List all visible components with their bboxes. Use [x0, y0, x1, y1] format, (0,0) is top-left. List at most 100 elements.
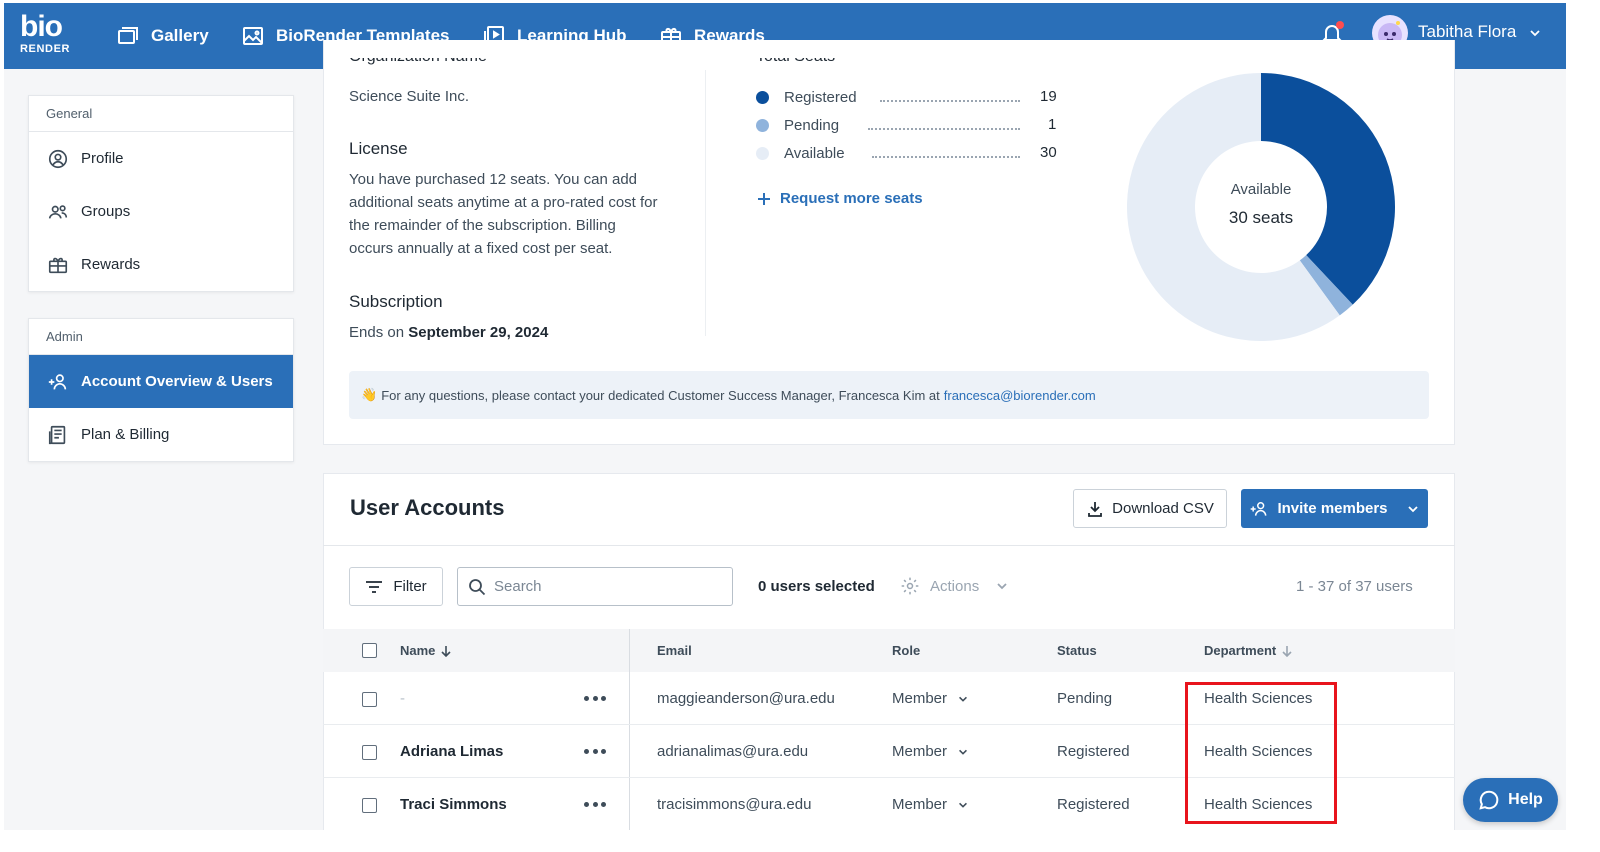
pending-count: 1	[1048, 116, 1057, 133]
page-frame	[0, 830, 1600, 852]
rewards-icon	[48, 257, 68, 273]
column-header-email: Email	[657, 643, 692, 658]
user-accounts-title: User Accounts	[350, 495, 505, 520]
subscription-date: September 29, 2024	[408, 324, 549, 341]
user-accounts-divider	[323, 545, 1455, 546]
available-count: 30	[1040, 144, 1057, 161]
org-label: Organization Name	[349, 58, 487, 72]
row-status: Registered	[1057, 743, 1130, 760]
sort-arrow-down-icon	[1282, 645, 1292, 657]
row-status: Pending	[1057, 690, 1113, 707]
users-selected-count: 0 users selected	[758, 578, 875, 595]
column-header-department[interactable]: Department	[1204, 643, 1293, 658]
row-checkbox[interactable]	[362, 692, 377, 707]
leader-dots	[880, 100, 1020, 102]
pagination-summary: 1 - 37 of 37 users	[1296, 578, 1413, 595]
download-icon	[1088, 501, 1103, 517]
registered-count: 19	[1040, 88, 1057, 105]
donut-value: 30 seats	[1228, 208, 1294, 227]
nav-gallery[interactable]: Gallery	[116, 3, 209, 69]
row-checkbox[interactable]	[362, 798, 377, 813]
notification-badge	[1336, 21, 1344, 29]
billing-icon	[48, 425, 66, 444]
total-seats-label: Total Seats	[756, 58, 835, 72]
gear-icon	[901, 577, 919, 595]
search-input[interactable]	[494, 578, 714, 595]
sidebar-admin-heading: Admin	[29, 319, 293, 355]
page-frame	[0, 0, 1600, 3]
chevron-down-icon	[959, 802, 967, 808]
filter-button[interactable]: Filter	[349, 567, 443, 606]
donut-label: Available	[1230, 181, 1292, 198]
sidebar-item-account-overview[interactable]: Account Overview & Users	[29, 355, 293, 408]
page-frame	[1566, 0, 1600, 852]
chevron-down-icon	[997, 583, 1007, 590]
seat-pending: Pending	[756, 115, 839, 135]
help-button[interactable]: Help	[1463, 778, 1558, 822]
download-csv-button[interactable]: Download CSV	[1073, 489, 1227, 528]
page-frame	[0, 0, 4, 852]
sticky-column-divider	[629, 629, 630, 839]
row-more-icon[interactable]	[584, 802, 606, 810]
sidebar-general-heading: General	[29, 96, 293, 132]
seat-registered: Registered	[756, 87, 857, 107]
wave-emoji: 👋	[361, 387, 378, 402]
row-role-dropdown[interactable]: Member	[892, 743, 969, 760]
overview-divider	[705, 70, 706, 336]
seats-donut-chart	[1127, 73, 1395, 341]
row-email: adrianalimas@ura.edu	[657, 743, 809, 760]
request-more-seats-link[interactable]: Request more seats	[756, 190, 923, 207]
sidebar-item-groups[interactable]: Groups	[29, 185, 293, 238]
actions-dropdown[interactable]: Actions	[900, 576, 1009, 596]
sidebar-general: General Profile Groups Rewards	[28, 95, 294, 292]
add-user-icon	[1251, 501, 1267, 516]
filter-icon	[366, 580, 383, 593]
pending-dot-icon	[756, 118, 769, 132]
chevron-down-icon[interactable]	[1528, 26, 1542, 40]
add-user-icon	[48, 373, 67, 389]
sidebar-item-plan-billing[interactable]: Plan & Billing	[29, 408, 293, 461]
row-email: tracisimmons@ura.edu	[657, 796, 812, 813]
groups-icon	[48, 204, 68, 219]
invite-members-button[interactable]: Invite members	[1241, 489, 1428, 528]
license-text: You have purchased 12 seats. You can add…	[349, 171, 658, 257]
sidebar-item-rewards[interactable]: Rewards	[29, 238, 293, 291]
row-role-dropdown[interactable]: Member	[892, 796, 969, 813]
chat-bubble-icon	[1479, 790, 1499, 810]
row-name: Adriana Limas	[400, 743, 504, 760]
csm-info-banner: 👋 For any questions, please contact your…	[349, 371, 1429, 419]
biorender-logo[interactable]: bio RENDER	[20, 12, 82, 56]
row-role-dropdown[interactable]: Member	[892, 690, 969, 707]
leader-dots	[868, 128, 1020, 130]
sort-arrow-down-icon	[441, 645, 451, 657]
department-highlight-box	[1185, 682, 1337, 824]
column-header-role: Role	[892, 643, 921, 658]
templates-icon	[243, 27, 263, 45]
column-header-name[interactable]: Name	[400, 643, 452, 658]
row-name: Traci Simmons	[400, 796, 507, 813]
registered-dot-icon	[756, 90, 769, 104]
chevron-down-icon	[959, 749, 967, 755]
select-all-checkbox[interactable]	[362, 643, 377, 658]
row-name: -	[400, 690, 405, 707]
plus-icon	[758, 192, 770, 205]
csm-email-link[interactable]: francesca@biorender.com	[944, 388, 1096, 403]
profile-icon	[48, 149, 68, 168]
user-name[interactable]: Tabitha Flora	[1418, 22, 1516, 42]
row-checkbox[interactable]	[362, 745, 377, 760]
row-email: maggieanderson@ura.edu	[657, 690, 835, 707]
search-field[interactable]	[457, 567, 733, 606]
sidebar-item-profile[interactable]: Profile	[29, 132, 293, 185]
row-more-icon[interactable]	[584, 749, 606, 757]
license-title: License	[349, 139, 408, 158]
org-value: Science Suite Inc.	[349, 88, 470, 105]
gallery-icon	[118, 27, 138, 44]
chevron-down-icon	[1407, 505, 1418, 512]
column-header-status: Status	[1057, 643, 1097, 658]
sidebar-admin: Admin Account Overview & Users Plan & Bi…	[28, 318, 294, 462]
subscription-title: Subscription	[349, 292, 443, 311]
subscription-text: Ends on September 29, 2024	[349, 324, 549, 341]
row-more-icon[interactable]	[584, 696, 606, 704]
chevron-down-icon	[959, 696, 967, 702]
leader-dots	[872, 156, 1020, 158]
